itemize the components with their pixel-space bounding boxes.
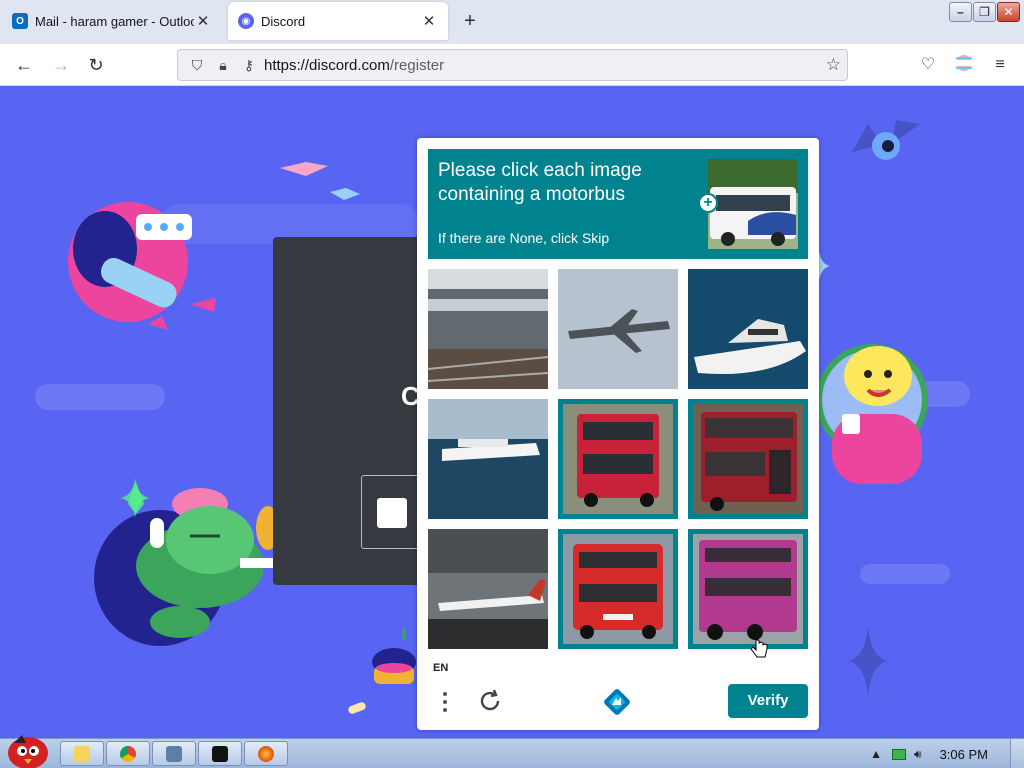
- close-window-button[interactable]: ✕: [997, 2, 1020, 22]
- explorer-icon: [74, 745, 90, 762]
- hand-cursor-icon: [750, 638, 768, 658]
- challenge-tile-5[interactable]: [558, 399, 678, 519]
- challenge-tile-3[interactable]: [688, 269, 808, 389]
- media-icon: [166, 745, 182, 762]
- language-selector[interactable]: EN: [433, 662, 448, 674]
- taskbar-cmd[interactable]: [198, 741, 242, 766]
- challenge-tile-6[interactable]: [688, 399, 808, 519]
- challenge-tile-1[interactable]: [428, 269, 548, 389]
- bookmark-star-icon[interactable]: ☆: [826, 55, 841, 75]
- refresh-challenge-icon[interactable]: [477, 688, 503, 714]
- tab-strip: O Mail - haram gamer - Outlook ✕ ◉ Disco…: [0, 0, 1024, 44]
- more-options-icon[interactable]: [440, 690, 450, 714]
- register-form-panel: C: [273, 237, 423, 585]
- menu-icon[interactable]: ≡: [989, 54, 1011, 76]
- network-icon[interactable]: [892, 748, 907, 760]
- taskbar-media[interactable]: [152, 741, 196, 766]
- tab-title: Discord: [261, 13, 306, 29]
- example-image[interactable]: [708, 159, 798, 249]
- show-hidden-icons[interactable]: ▲: [870, 747, 882, 761]
- back-button[interactable]: ←: [11, 53, 37, 77]
- gadget-illustration: [372, 628, 416, 684]
- background-cloud: [35, 384, 165, 410]
- shield-icon[interactable]: ⛉: [186, 57, 208, 74]
- key-icon[interactable]: ⚷: [238, 57, 260, 74]
- firefox-icon: [258, 745, 274, 762]
- prompt-line-1: Please click each image: [438, 160, 642, 181]
- cmd-icon: [212, 745, 228, 762]
- qr-code-box: [361, 475, 423, 549]
- tab-outlook[interactable]: O Mail - haram gamer - Outlook ✕: [2, 2, 222, 40]
- hcaptcha-logo-icon: [601, 686, 633, 718]
- minimize-button[interactable]: –: [949, 2, 972, 22]
- url-path: /register: [389, 56, 445, 74]
- close-tab-icon[interactable]: ✕: [194, 12, 212, 30]
- reload-button[interactable]: ↻: [83, 53, 109, 77]
- tab-discord[interactable]: ◉ Discord ✕: [228, 2, 448, 40]
- discord-icon: ◉: [238, 13, 254, 29]
- url-host: https://discord.com: [264, 56, 390, 74]
- maximize-button[interactable]: ❐: [973, 2, 996, 22]
- new-tab-button[interactable]: +: [458, 10, 482, 33]
- crumb-decoration: [347, 701, 367, 715]
- prompt-line-2: containing a motorbus: [438, 184, 625, 205]
- chrome-icon: [120, 745, 136, 762]
- taskbar: ▲ 🔊︎ 3:06 PM: [0, 735, 1024, 768]
- sparkle-icon: [848, 626, 888, 696]
- window-controls: – ❐ ✕: [948, 2, 1020, 24]
- background-cloud: [860, 564, 950, 584]
- skip-hint: If there are None, click Skip: [438, 230, 610, 246]
- verify-button[interactable]: Verify: [728, 684, 808, 718]
- start-button[interactable]: [4, 731, 52, 768]
- challenge-tile-9[interactable]: [688, 529, 808, 649]
- challenge-tile-7[interactable]: [428, 529, 548, 649]
- show-desktop-button[interactable]: [1010, 739, 1024, 768]
- volume-icon[interactable]: 🔊︎: [914, 747, 922, 762]
- account-icon[interactable]: [953, 54, 975, 76]
- challenge-tile-2[interactable]: [558, 269, 678, 389]
- challenge-tile-4[interactable]: [428, 399, 548, 519]
- challenge-tile-8[interactable]: [558, 529, 678, 649]
- bat-creature-illustration: [852, 120, 920, 160]
- address-bar[interactable]: ⛉ 🔒︎ ⚷ https://discord.com/register ☆: [177, 49, 848, 81]
- tab-title: Mail - haram gamer - Outlook: [35, 13, 194, 29]
- system-tray: ▲ 🔊︎ 3:06 PM: [862, 739, 1024, 768]
- challenge-prompt: Please click each image containing a mot…: [438, 159, 700, 207]
- taskbar-explorer[interactable]: [60, 741, 104, 766]
- expand-example-icon[interactable]: +: [698, 193, 718, 213]
- pocket-icon[interactable]: ♡: [917, 54, 939, 76]
- yellow-character-illustration: [816, 344, 928, 484]
- clock[interactable]: 3:06 PM: [940, 747, 988, 762]
- outlook-icon: O: [12, 13, 28, 29]
- sparkle-icon: [120, 478, 150, 518]
- taskbar-firefox[interactable]: [244, 741, 288, 766]
- taskbar-chrome[interactable]: [106, 741, 150, 766]
- lock-icon[interactable]: 🔒︎: [212, 57, 234, 74]
- bird-illustration: [280, 162, 360, 200]
- challenge-header: Please click each image containing a mot…: [428, 149, 808, 259]
- close-tab-icon[interactable]: ✕: [420, 12, 438, 30]
- hooded-character-illustration: [68, 202, 216, 330]
- forward-button[interactable]: →: [48, 53, 74, 77]
- navigation-bar: ← → ↻ ⛉ 🔒︎ ⚷ https://discord.com/registe…: [0, 44, 1024, 86]
